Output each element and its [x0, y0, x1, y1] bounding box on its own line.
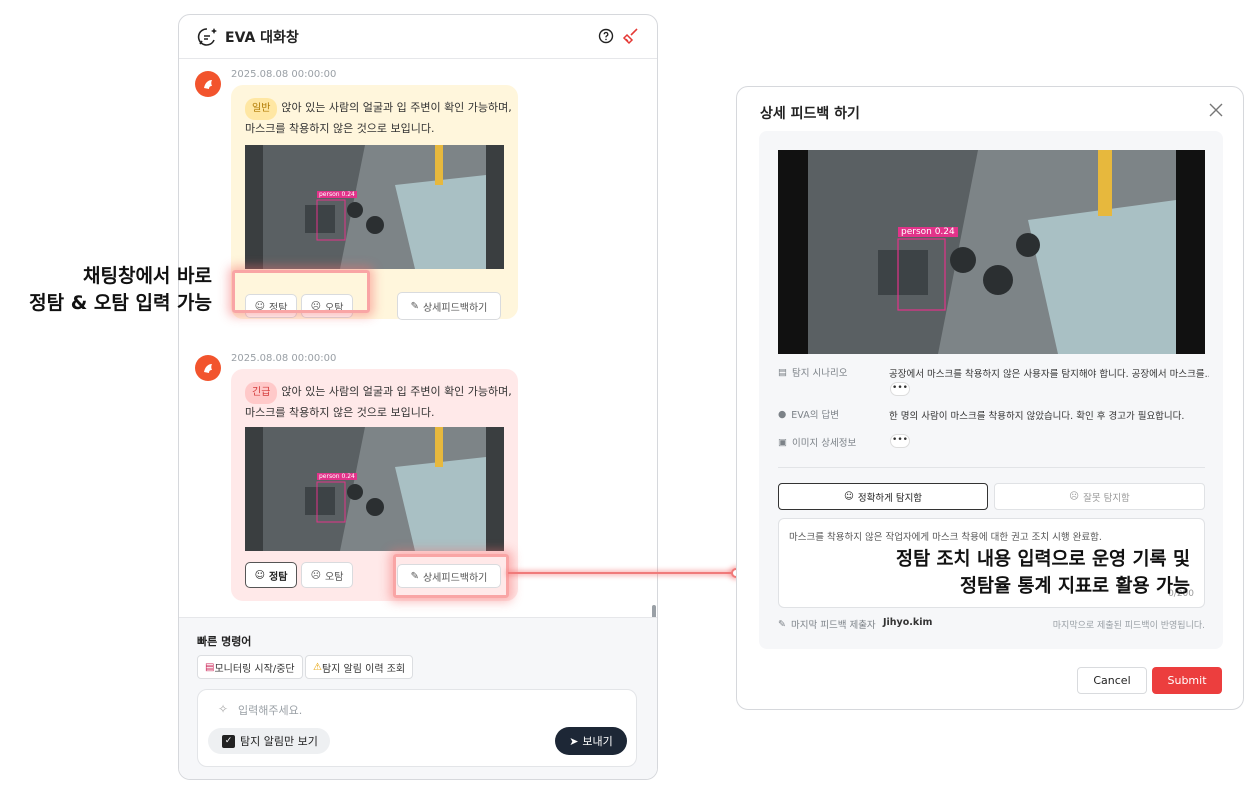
- submit-note: 마지막으로 제출된 피드백이 반영됩니다.: [1052, 621, 1205, 631]
- severity-tag-urgent: 긴급: [245, 382, 278, 404]
- submitter-row: ✎ 마지막 피드백 제출자: [778, 617, 876, 632]
- feedback-modal: 상세 피드백 하기 person 0.24 ▤ 탐지 시나리오 공장에서 마스크를…: [736, 86, 1244, 710]
- right-callout-line1: 정탐 조치 내용 입력으로 운영 기록 및: [896, 549, 1190, 570]
- eva-avatar: [195, 355, 221, 381]
- detection-label: person 0.24: [317, 473, 357, 480]
- message-timestamp: 2025.08.08 00:00:00: [231, 353, 337, 364]
- chat-title: EVA 대화창: [225, 30, 299, 46]
- detection-label: person 0.24: [317, 191, 357, 198]
- feedback-text: 마스크를 착용하지 않은 작업자에게 마스크 착용에 대한 권고 조치 시행 완…: [789, 532, 1102, 543]
- clear-broom-icon[interactable]: [622, 27, 640, 45]
- document-icon: ▤: [778, 366, 787, 378]
- frown-icon: ☹: [310, 569, 322, 581]
- message-text-line2: 마스크를 착용하지 않은 것으로 보입니다.: [245, 122, 435, 135]
- image-info-row-label: ▣ 이미지 상세정보: [778, 435, 857, 450]
- alert-only-toggle[interactable]: ✓ 탐지 알림만 보기: [208, 728, 330, 754]
- correct-option-label: 정확하게 탐지함: [857, 492, 923, 504]
- send-button[interactable]: ➤ 보내기: [555, 727, 627, 755]
- detail-feedback-button[interactable]: ✎ 상세피드백하기: [397, 292, 501, 320]
- scenario-value: 공장에서 마스크를 착용하지 않은 사용자를 탐지해야 합니다. 공장에서 마스…: [889, 369, 1209, 380]
- quick-command-label: 모니터링 시작/중단: [214, 663, 295, 675]
- quick-commands-title: 빠른 명령어: [197, 635, 252, 648]
- eva-avatar: [195, 71, 221, 97]
- modal-title: 상세 피드백 하기: [760, 106, 860, 122]
- detail-detection-image[interactable]: person 0.24: [778, 150, 1205, 354]
- quick-command-monitoring[interactable]: ▤ 모니터링 시작/중단: [197, 655, 303, 679]
- chat-sparkle-icon: [197, 28, 217, 46]
- help-icon[interactable]: [598, 28, 614, 44]
- chat-panel: EVA 대화창 2025.08.08 00:00:00 일반 앉아 있는 사람의 …: [178, 14, 658, 780]
- correct-option-selected[interactable]: ☺ 정확하게 탐지함: [778, 483, 988, 510]
- submitter-label: 마지막 피드백 제출자: [790, 620, 876, 631]
- detection-image[interactable]: person 0.24: [245, 145, 504, 269]
- answer-row-label: ● EVA의 답변: [778, 407, 839, 422]
- checkbox-checked-icon[interactable]: ✓: [222, 734, 235, 748]
- correct-button-selected[interactable]: ☺ 정탐: [245, 562, 297, 588]
- scenario-label: 탐지 시나리오: [791, 368, 848, 379]
- eva-logo-icon: [204, 80, 212, 89]
- frown-icon: ☹: [1069, 491, 1080, 502]
- correct-label: 정탐: [269, 571, 288, 583]
- eva-logo-icon: [204, 364, 212, 373]
- connector-line: [508, 572, 736, 574]
- submit-button[interactable]: Submit: [1152, 667, 1222, 694]
- image-info-label: 이미지 상세정보: [791, 438, 857, 449]
- quick-command-label: 탐지 알림 이력 조회: [321, 663, 406, 675]
- message-text-line1: 앉아 있는 사람의 얼굴과 입 주변이 확인 가능하며,: [281, 101, 512, 114]
- chat-footer: 빠른 명령어 ▤ 모니터링 시작/중단 ⚠ 탐지 알림 이력 조회 ✧ 입력해주세요…: [179, 617, 657, 779]
- magic-wand-icon: ✧: [218, 702, 229, 716]
- severity-tag-normal: 일반: [245, 98, 278, 120]
- answer-value: 한 명의 사람이 마스크를 착용하지 않았습니다. 확인 후 경고가 필요합니다…: [889, 411, 1185, 422]
- user-edit-icon: ✎: [778, 618, 786, 630]
- memo-icon: ▤: [205, 661, 215, 673]
- wrong-button[interactable]: ☹ 오탐: [301, 562, 353, 588]
- detection-image[interactable]: person 0.24: [245, 427, 504, 551]
- send-label: 보내기: [582, 735, 613, 748]
- chat-bubble-icon: ●: [778, 408, 787, 420]
- wrong-label: 오탐: [325, 571, 344, 583]
- highlight-detail-button: [393, 554, 509, 598]
- highlight-feedback-buttons: [232, 270, 370, 313]
- cancel-button[interactable]: Cancel: [1077, 667, 1147, 694]
- edit-icon: ✎: [410, 300, 419, 312]
- chat-header: EVA 대화창: [179, 15, 657, 59]
- smile-icon: ☺: [254, 569, 266, 581]
- message-timestamp: 2025.08.08 00:00:00: [231, 69, 337, 80]
- detection-label: person 0.24: [898, 227, 958, 237]
- smile-icon: ☺: [843, 491, 854, 502]
- chat-input-box[interactable]: ✧ 입력해주세요. ✓ 탐지 알림만 보기 ➤ 보내기: [197, 689, 637, 767]
- close-icon[interactable]: [1209, 103, 1223, 117]
- answer-label: EVA의 답변: [791, 410, 839, 421]
- scenario-more-button[interactable]: •••: [890, 382, 910, 396]
- chat-input[interactable]: 입력해주세요.: [238, 702, 302, 718]
- left-callout: 채팅창에서 바로 정탐 & 오탐 입력 가능: [0, 263, 212, 317]
- quick-command-alert-history[interactable]: ⚠ 탐지 알림 이력 조회: [305, 655, 414, 679]
- left-callout-line2: 정탐 & 오탐 입력 가능: [29, 292, 212, 314]
- detail-feedback-label: 상세피드백하기: [422, 302, 488, 314]
- divider: [778, 467, 1205, 468]
- message-text-line1: 앉아 있는 사람의 얼굴과 입 주변이 확인 가능하며,: [281, 385, 512, 398]
- submitter-name: Jihyo.kim: [883, 617, 933, 628]
- send-icon: ➤: [569, 734, 579, 748]
- scenario-row-label: ▤ 탐지 시나리오: [778, 365, 848, 380]
- left-callout-line1: 채팅창에서 바로: [83, 265, 212, 287]
- right-callout-line2: 정탐율 통계 지표로 활용 가능: [959, 576, 1190, 597]
- right-callout: 정탐 조치 내용 입력으로 운영 기록 및 정탐율 통계 지표로 활용 가능: [840, 546, 1190, 600]
- alert-only-label: 탐지 알림만 보기: [240, 735, 318, 748]
- wrong-option[interactable]: ☹ 잘못 탐지함: [994, 483, 1205, 510]
- wrong-option-label: 잘못 탐지함: [1083, 492, 1130, 504]
- message-text-line2: 마스크를 착용하지 않은 것으로 보입니다.: [245, 406, 435, 419]
- image-icon: ▣: [778, 436, 787, 448]
- image-info-more-button[interactable]: •••: [890, 434, 910, 448]
- warning-icon: ⚠: [313, 661, 322, 673]
